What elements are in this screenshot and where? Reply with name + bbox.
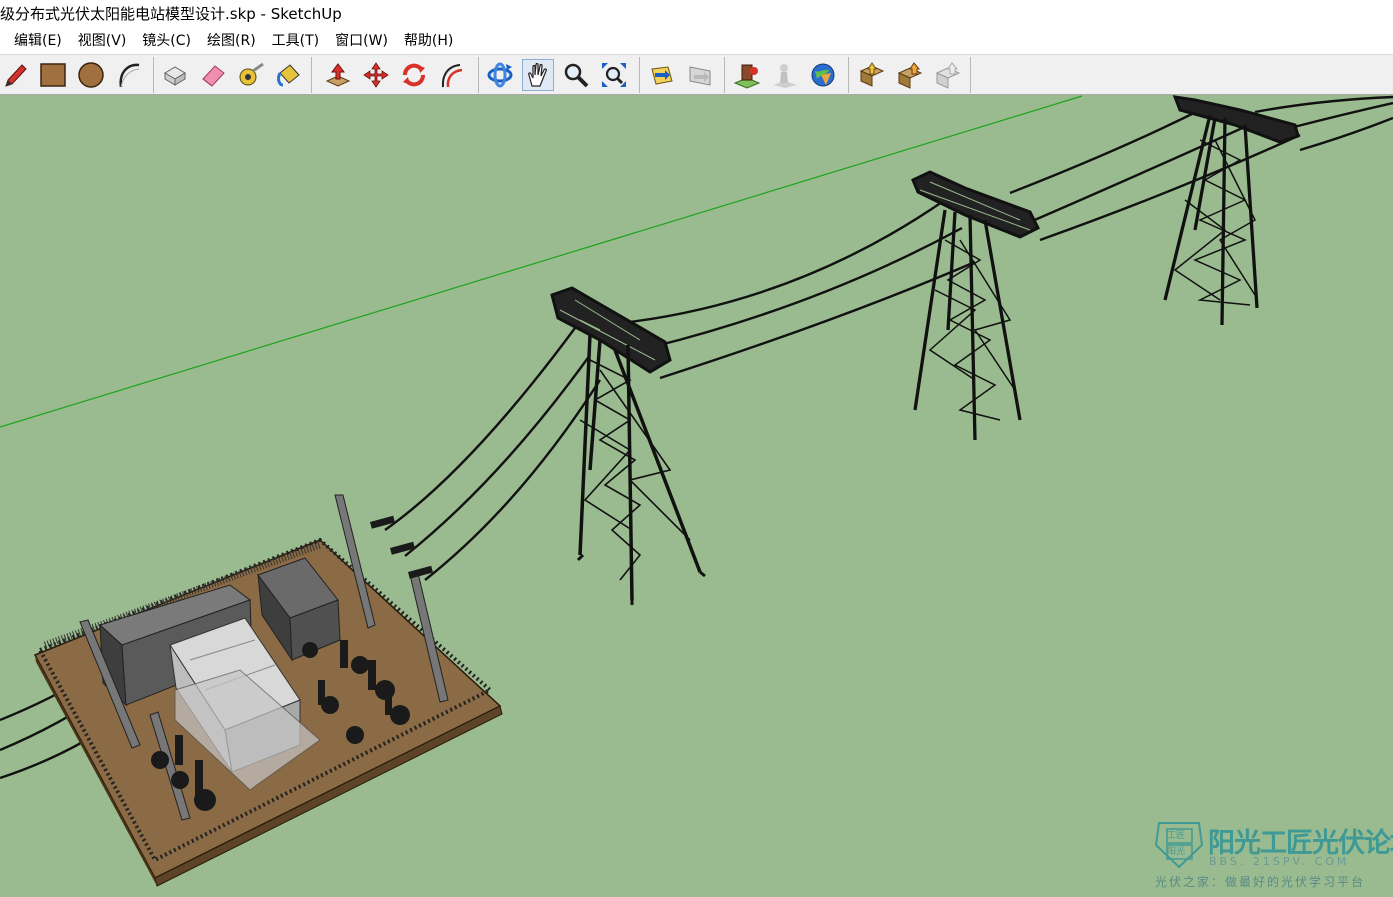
menu-draw[interactable]: 绘图(R) bbox=[199, 28, 264, 54]
offset-icon[interactable] bbox=[436, 59, 468, 91]
menu-view[interactable]: 视图(V) bbox=[70, 28, 135, 54]
toolbar bbox=[0, 54, 1393, 95]
zoom-extents-icon[interactable] bbox=[598, 59, 630, 91]
logo-text-bottom: 阳光 bbox=[1167, 847, 1186, 857]
next-view-icon[interactable] bbox=[684, 59, 716, 91]
share-model-icon[interactable] bbox=[894, 59, 926, 91]
move-icon[interactable] bbox=[360, 59, 392, 91]
paint-bucket-icon[interactable] bbox=[273, 59, 305, 91]
substation-model bbox=[33, 494, 503, 887]
model-scene bbox=[0, 95, 1393, 887]
drawing-viewport[interactable]: 工匠 阳光 阳光工匠光伏论坛 BBS. 21SPV. COM 光伏之家：做最好的… bbox=[0, 95, 1393, 897]
circle-icon[interactable] bbox=[75, 59, 107, 91]
pencil-icon[interactable] bbox=[0, 59, 32, 91]
zoom-icon[interactable] bbox=[560, 59, 592, 91]
transmission-tower-2 bbox=[911, 170, 1041, 441]
menu-bar: 编辑(E) 视图(V) 镜头(C) 绘图(R) 工具(T) 窗口(W) 帮助(H) bbox=[0, 28, 1393, 54]
transmission-tower-1 bbox=[550, 286, 706, 605]
forum-slogan: 光伏之家：做最好的光伏学习平台 bbox=[1155, 875, 1366, 889]
forum-url: BBS. 21SPV. COM bbox=[1209, 855, 1350, 868]
orbit-icon[interactable] bbox=[484, 59, 516, 91]
make-component-icon[interactable] bbox=[159, 59, 191, 91]
forum-watermark: 工匠 阳光 阳光工匠光伏论坛 BBS. 21SPV. COM 光伏之家：做最好的… bbox=[1150, 818, 1393, 894]
arc-icon[interactable] bbox=[113, 59, 145, 91]
push-pull-icon[interactable] bbox=[322, 59, 354, 91]
rotate-icon[interactable] bbox=[398, 59, 430, 91]
previous-view-icon[interactable] bbox=[646, 59, 678, 91]
pan-icon[interactable] bbox=[522, 59, 554, 91]
toggle-terrain-icon[interactable] bbox=[769, 59, 801, 91]
menu-tools[interactable]: 工具(T) bbox=[264, 28, 327, 54]
google-earth-icon[interactable] bbox=[807, 59, 839, 91]
tape-measure-icon[interactable] bbox=[235, 59, 267, 91]
share-component-icon[interactable] bbox=[932, 59, 964, 91]
menu-camera[interactable]: 镜头(C) bbox=[134, 28, 199, 54]
menu-edit[interactable]: 编辑(E) bbox=[6, 28, 70, 54]
transmission-tower-3 bbox=[1163, 95, 1300, 326]
menu-help[interactable]: 帮助(H) bbox=[396, 28, 461, 54]
window-title: 级分布式光伏太阳能电站模型设计.skp - SketchUp bbox=[0, 5, 342, 23]
rectangle-icon[interactable] bbox=[37, 59, 69, 91]
logo-text-top: 工匠 bbox=[1167, 831, 1186, 841]
get-models-icon[interactable] bbox=[856, 59, 888, 91]
add-location-icon[interactable] bbox=[731, 59, 763, 91]
menu-window[interactable]: 窗口(W) bbox=[327, 28, 396, 54]
title-bar: 级分布式光伏太阳能电站模型设计.skp - SketchUp bbox=[0, 0, 1393, 28]
eraser-icon[interactable] bbox=[197, 59, 229, 91]
